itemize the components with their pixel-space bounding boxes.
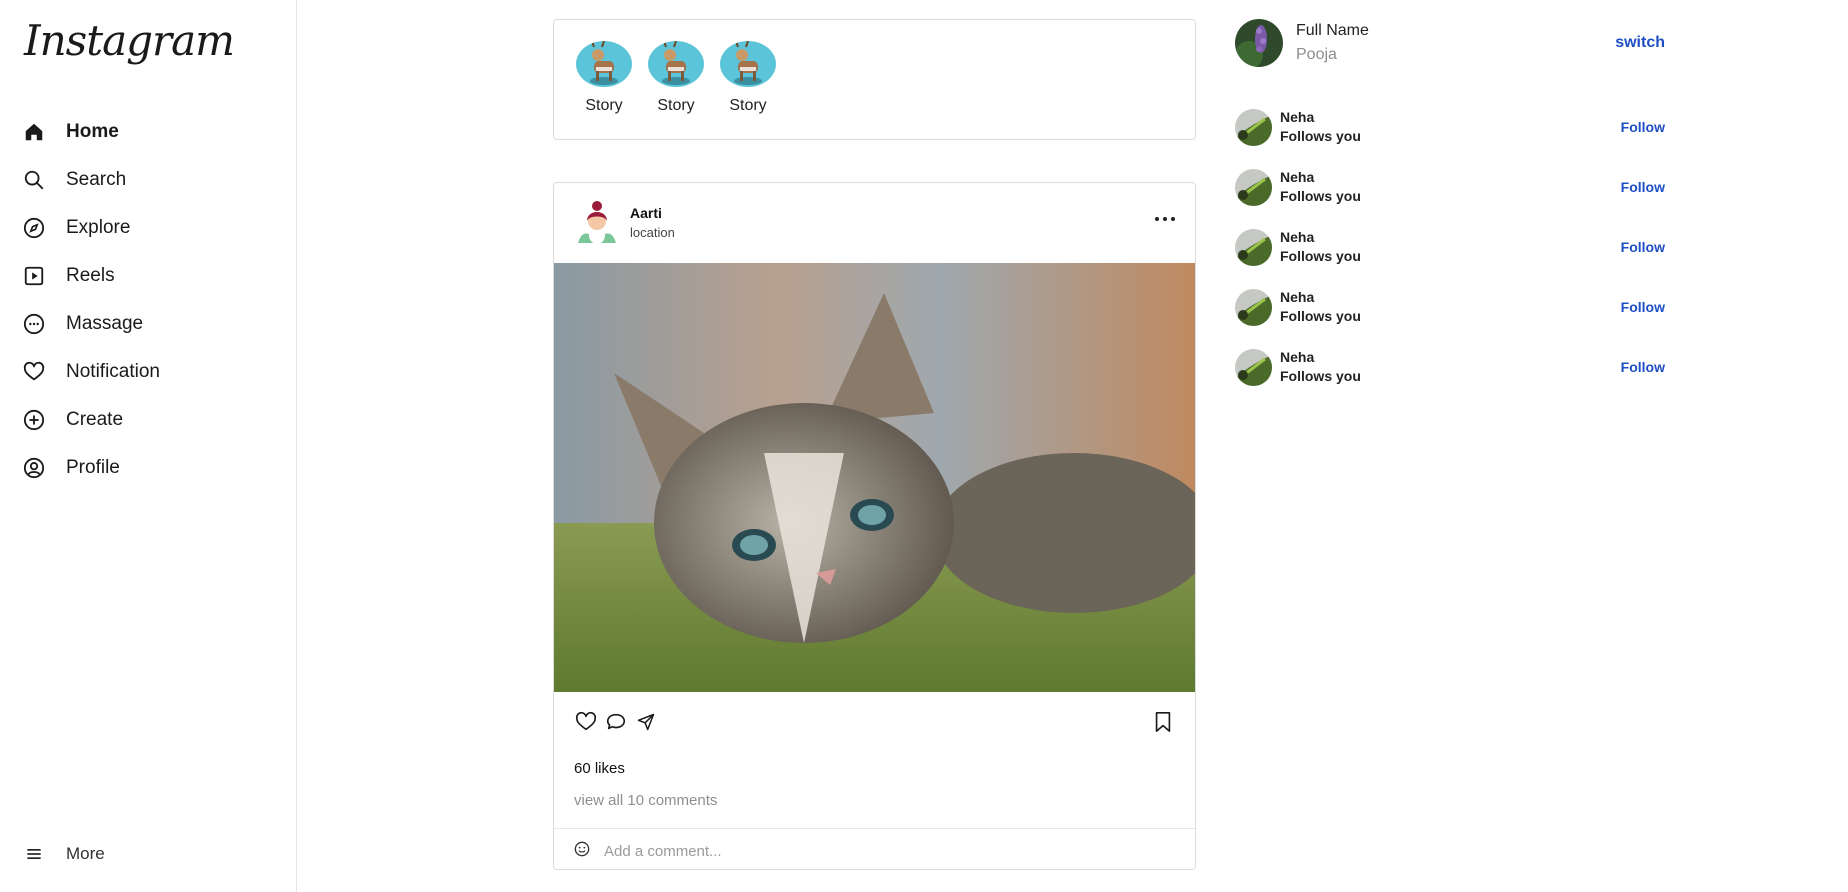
sidebar: Instagram Home Search Explore Reels Mass… xyxy=(0,0,297,892)
sidebar-item-explore[interactable]: Explore xyxy=(22,204,160,252)
sidebar-item-create[interactable]: Create xyxy=(22,396,160,444)
suggestion-avatar[interactable] xyxy=(1235,109,1272,146)
suggestion-name[interactable]: Neha xyxy=(1280,169,1314,185)
story-avatar xyxy=(648,41,704,87)
sidebar-item-notification[interactable]: Notification xyxy=(22,348,160,396)
current-user-username: Pooja xyxy=(1296,46,1337,63)
more-label: More xyxy=(66,844,105,863)
sidebar-item-label: Explore xyxy=(66,217,131,238)
sidebar-item-search[interactable]: Search xyxy=(22,156,160,204)
menu-icon xyxy=(22,842,46,866)
story-avatar xyxy=(720,41,776,87)
suggestion-avatar[interactable] xyxy=(1235,229,1272,266)
story-item[interactable]: Story xyxy=(576,41,632,139)
sidebar-item-label: Reels xyxy=(66,265,115,286)
home-icon xyxy=(22,120,46,144)
sidebar-item-reels[interactable]: Reels xyxy=(22,252,160,300)
suggestion-name[interactable]: Neha xyxy=(1280,109,1314,125)
post-image[interactable] xyxy=(554,263,1195,692)
sidebar-item-label: Massage xyxy=(66,313,144,334)
suggestion-item: Neha Follows you Follow xyxy=(1235,109,1665,149)
sidebar-item-more[interactable]: More xyxy=(22,842,105,866)
suggestion-item: Neha Follows you Follow xyxy=(1235,289,1665,329)
current-user-card: Full Name Pooja switch xyxy=(1235,19,1665,69)
search-icon xyxy=(22,168,46,192)
current-user-avatar[interactable] xyxy=(1235,19,1283,67)
comment-input[interactable] xyxy=(602,835,1166,867)
suggestion-subtitle: Follows you xyxy=(1280,308,1361,324)
follow-button[interactable]: Follow xyxy=(1621,179,1665,195)
comment-icon[interactable] xyxy=(604,710,628,734)
follow-button[interactable]: Follow xyxy=(1621,239,1665,255)
suggestion-name[interactable]: Neha xyxy=(1280,289,1314,305)
sidebar-item-message[interactable]: Massage xyxy=(22,300,160,348)
sidebar-item-home[interactable]: Home xyxy=(22,108,160,156)
suggestion-subtitle: Follows you xyxy=(1280,188,1361,204)
post-header: Aarti location xyxy=(554,183,1195,263)
reels-icon xyxy=(22,264,46,288)
suggestion-item: Neha Follows you Follow xyxy=(1235,349,1665,389)
sidebar-item-profile[interactable]: Profile xyxy=(22,444,160,492)
follow-button[interactable]: Follow xyxy=(1621,119,1665,135)
sidebar-item-label: Notification xyxy=(66,361,160,382)
post-author-avatar[interactable] xyxy=(574,199,620,249)
story-label: Story xyxy=(729,97,767,114)
stories-bar: Story Story Story xyxy=(553,19,1196,140)
sidebar-item-label: Profile xyxy=(66,457,120,478)
sidebar-item-label: Create xyxy=(66,409,124,430)
story-item[interactable]: Story xyxy=(648,41,704,139)
post-card: Aarti location 60 likes view all 10 comm… xyxy=(553,182,1196,870)
heart-icon xyxy=(22,360,46,384)
share-icon[interactable] xyxy=(634,710,658,734)
emoji-icon[interactable] xyxy=(573,840,591,858)
view-comments-link[interactable]: view all 10 comments xyxy=(574,792,717,809)
more-options-icon[interactable] xyxy=(1155,213,1175,225)
suggestion-name[interactable]: Neha xyxy=(1280,229,1314,245)
suggestion-item: Neha Follows you Follow xyxy=(1235,229,1665,269)
likes-count[interactable]: 60 likes xyxy=(574,760,625,777)
compass-icon xyxy=(22,216,46,240)
story-item[interactable]: Story xyxy=(720,41,776,139)
story-label: Story xyxy=(657,97,695,114)
sidebar-item-label: Search xyxy=(66,169,127,190)
user-circle-icon xyxy=(22,456,46,480)
post-username[interactable]: Aarti xyxy=(630,205,662,221)
current-user-fullname[interactable]: Full Name xyxy=(1296,22,1369,40)
story-label: Story xyxy=(585,97,623,114)
suggestion-avatar[interactable] xyxy=(1235,349,1272,386)
suggestion-subtitle: Follows you xyxy=(1280,368,1361,384)
instagram-logo[interactable]: Instagram xyxy=(24,16,235,65)
like-heart-icon[interactable] xyxy=(574,710,598,734)
switch-account-button[interactable]: switch xyxy=(1615,34,1665,52)
suggestion-subtitle: Follows you xyxy=(1280,128,1361,144)
story-avatar xyxy=(576,41,632,87)
suggestion-item: Neha Follows you Follow xyxy=(1235,169,1665,209)
suggestion-name[interactable]: Neha xyxy=(1280,349,1314,365)
comment-bar xyxy=(554,828,1195,869)
bookmark-icon[interactable] xyxy=(1151,710,1175,734)
post-actions xyxy=(574,710,664,734)
sidebar-nav: Home Search Explore Reels Massage Notifi… xyxy=(22,108,160,492)
suggestion-avatar[interactable] xyxy=(1235,289,1272,326)
follow-button[interactable]: Follow xyxy=(1621,359,1665,375)
suggestion-avatar[interactable] xyxy=(1235,169,1272,206)
plus-circle-icon xyxy=(22,408,46,432)
follow-button[interactable]: Follow xyxy=(1621,299,1665,315)
message-icon xyxy=(22,312,46,336)
post-location[interactable]: location xyxy=(630,225,675,240)
sidebar-item-label: Home xyxy=(66,121,119,142)
suggestion-subtitle: Follows you xyxy=(1280,248,1361,264)
